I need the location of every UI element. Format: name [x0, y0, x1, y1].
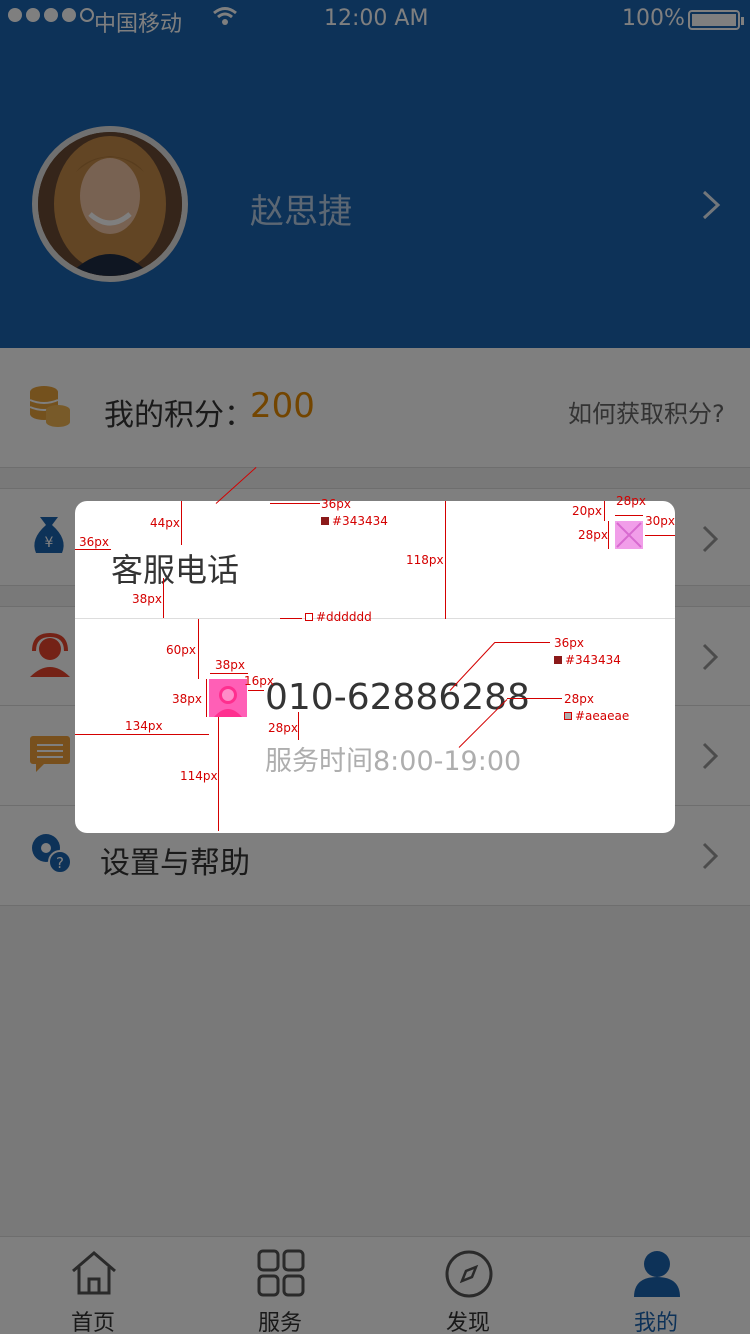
spec-line — [270, 503, 320, 504]
spec-line — [75, 549, 111, 550]
spec-label: 28px — [616, 494, 646, 508]
close-icon[interactable] — [615, 521, 643, 549]
spec-label: 114px — [180, 769, 218, 783]
spec-line — [604, 501, 605, 521]
spec-label: 20px — [572, 504, 602, 518]
spec-label: 28px — [268, 721, 298, 735]
spec-label: 16px — [244, 674, 274, 688]
dialog-title: 客服电话 — [111, 551, 240, 589]
spec-color-text: #343434 — [565, 653, 621, 667]
spec-label: 118px — [406, 553, 444, 567]
spec-line — [645, 535, 675, 536]
service-hours: 服务时间8:00-19:00 — [265, 746, 522, 777]
spec-color-text: #343434 — [332, 514, 388, 528]
spec-line — [218, 717, 219, 831]
spec-label: 36px — [79, 535, 109, 549]
spec-color-text: #dddddd — [316, 610, 372, 624]
spec-line — [248, 690, 264, 691]
customer-service-dialog: 客服电话 010-62886288 服务时间8:00-19:00 — [75, 501, 675, 833]
spec-color-text: #aeaeae — [575, 709, 630, 723]
spec-line — [615, 515, 643, 516]
dialog-divider — [75, 618, 675, 619]
spec-line — [495, 642, 550, 643]
spec-line — [608, 521, 609, 549]
spec-line — [198, 619, 199, 679]
spec-label-color: #343434 — [321, 514, 388, 528]
spec-label-color: #aeaeae — [564, 709, 629, 723]
spec-line — [507, 698, 562, 699]
spec-line — [181, 501, 182, 545]
spec-label: 28px — [578, 528, 608, 542]
spec-line — [210, 673, 248, 674]
spec-label: 28px — [564, 692, 594, 706]
spec-line — [75, 734, 209, 735]
spec-line — [445, 501, 446, 619]
spec-label: 38px — [215, 658, 245, 672]
spec-label: 30px — [645, 514, 675, 528]
spec-label: 38px — [132, 592, 162, 606]
spec-label: 60px — [166, 643, 196, 657]
spec-label-color: #343434 — [554, 653, 621, 667]
spec-line — [280, 618, 302, 619]
spec-label: 36px — [321, 497, 351, 511]
spec-line — [298, 712, 299, 740]
spec-label: 134px — [125, 719, 163, 733]
phone-number[interactable]: 010-62886288 — [265, 677, 530, 718]
spec-label: 38px — [172, 692, 202, 706]
spec-line — [163, 578, 164, 618]
customer-service-icon — [209, 679, 247, 717]
spec-label: 36px — [554, 636, 584, 650]
spec-label: 44px — [150, 516, 180, 530]
spec-label-color: #dddddd — [305, 610, 372, 624]
spec-line — [206, 679, 207, 717]
